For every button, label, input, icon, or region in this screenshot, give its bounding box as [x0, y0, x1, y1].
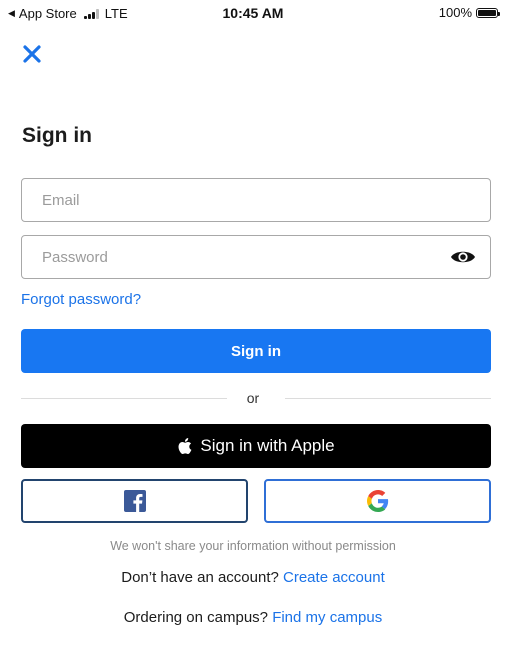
battery-percent: 100%	[438, 5, 472, 20]
forgot-password-link[interactable]: Forgot password?	[21, 291, 141, 308]
eye-icon[interactable]	[450, 248, 476, 266]
sign-in-facebook-button[interactable]	[21, 479, 248, 523]
sign-in-google-button[interactable]	[264, 479, 491, 523]
apple-icon	[178, 438, 192, 454]
battery-icon	[476, 7, 500, 18]
page-title: Sign in	[22, 124, 92, 147]
apple-label: Sign in with Apple	[200, 436, 335, 455]
status-bar: ◀ App Store LTE 10:45 AM 100%	[0, 0, 506, 24]
campus-row: Ordering on campus? Find my campus	[0, 609, 506, 626]
close-button[interactable]	[18, 38, 50, 70]
divider-right	[285, 398, 491, 399]
clock: 10:45 AM	[222, 5, 284, 21]
close-icon	[23, 45, 41, 63]
password-field[interactable]	[21, 235, 491, 279]
facebook-icon	[123, 490, 146, 512]
email-field[interactable]	[21, 178, 491, 222]
password-input[interactable]	[40, 236, 444, 278]
google-icon	[366, 490, 388, 512]
find-campus-link[interactable]: Find my campus	[272, 609, 382, 626]
create-account-link[interactable]: Create account	[283, 569, 385, 586]
sign-in-button[interactable]: Sign in	[21, 329, 491, 373]
no-account-text: Don’t have an account?	[121, 569, 284, 586]
email-input[interactable]	[40, 179, 444, 221]
campus-text: Ordering on campus?	[123, 609, 273, 626]
status-right: 100%	[438, 5, 500, 20]
sign-in-apple-button[interactable]: Sign in with Apple	[21, 424, 491, 468]
create-account-row: Don’t have an account? Create account	[0, 569, 506, 586]
privacy-note: We won't share your information without …	[110, 539, 396, 553]
